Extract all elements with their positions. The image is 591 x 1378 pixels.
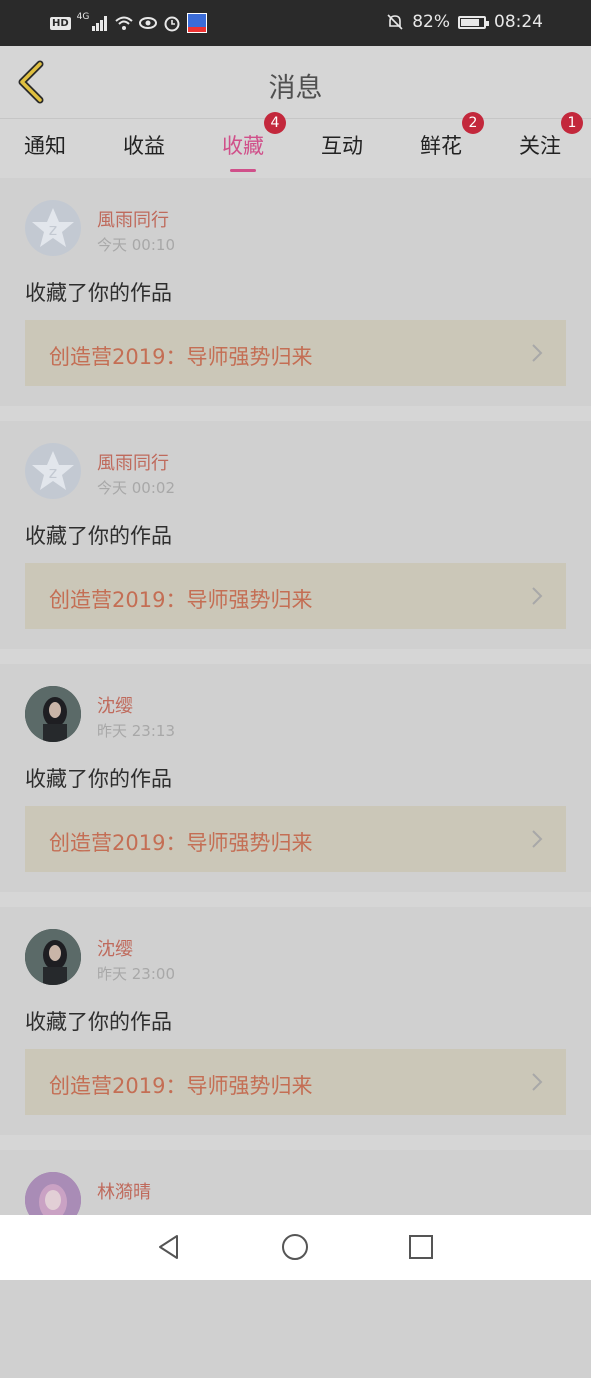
star-avatar-icon: z xyxy=(32,208,74,247)
tab-label: 鲜花 xyxy=(420,134,462,158)
unread-badge: 4 xyxy=(264,112,286,134)
clock-time: 08:24 xyxy=(494,12,543,32)
action-text: 收藏了你的作品 xyxy=(25,281,172,305)
timestamp: 昨天 23:13 xyxy=(97,722,175,740)
default-avatar[interactable]: z xyxy=(25,443,81,499)
list-item[interactable]: z 風雨同行 今天 00:02 收藏了你的作品 创造营2019：导师强势归来 xyxy=(0,421,591,649)
tab-favorites[interactable]: 收藏 4 xyxy=(222,112,286,172)
action-text: 收藏了你的作品 xyxy=(25,524,172,548)
unread-badge: 2 xyxy=(462,112,484,134)
tab-earnings[interactable]: 收益 xyxy=(123,130,165,160)
work-link[interactable]: 创造营2019：导师强势归来 xyxy=(25,563,566,629)
action-text: 收藏了你的作品 xyxy=(25,1010,172,1034)
tab-bar: 通知 收益 收藏 4 互动 鲜花 2 关注 1 xyxy=(0,112,591,174)
battery-icon xyxy=(458,15,489,29)
timestamp: 今天 00:02 xyxy=(97,479,175,497)
tab-notifications[interactable]: 通知 xyxy=(24,130,66,160)
hd-indicator: HD xyxy=(50,16,71,30)
photo-avatar[interactable] xyxy=(25,929,81,985)
work-title: 创造营2019：导师强势归来 xyxy=(49,1074,313,1098)
tab-follows[interactable]: 关注 1 xyxy=(519,112,583,160)
photo-avatar[interactable] xyxy=(25,686,81,742)
work-link[interactable]: 创造营2019：导师强势归来 xyxy=(25,320,566,386)
timestamp: 昨天 23:00 xyxy=(97,965,175,983)
user-photo xyxy=(25,929,81,985)
chevron-right-icon xyxy=(532,344,543,362)
page-title: 消息 xyxy=(268,73,323,104)
tab-label: 通知 xyxy=(24,134,66,158)
action-text: 收藏了你的作品 xyxy=(25,767,172,791)
nav-home-icon[interactable] xyxy=(281,1233,309,1261)
list-item[interactable]: z 風雨同行 今天 00:10 收藏了你的作品 创造营2019：导师强势归来 xyxy=(0,178,591,406)
tab-flowers[interactable]: 鲜花 2 xyxy=(420,112,484,160)
network-label: 4G xyxy=(76,12,90,22)
svg-text:z: z xyxy=(49,220,57,239)
work-title: 创造营2019：导师强势归来 xyxy=(49,588,313,612)
default-avatar[interactable]: z xyxy=(25,200,81,256)
tab-label: 互动 xyxy=(321,134,363,158)
mute-bell-icon xyxy=(387,14,403,30)
chevron-right-icon xyxy=(532,830,543,848)
app-notification-icon xyxy=(187,13,208,33)
work-link[interactable]: 创造营2019：导师强势归来 xyxy=(25,1049,566,1115)
system-nav-bar xyxy=(0,1215,591,1280)
battery-percent: 82% xyxy=(412,12,450,32)
work-link[interactable]: 创造营2019：导师强势归来 xyxy=(25,806,566,872)
chevron-right-icon xyxy=(532,1073,543,1091)
signal-icon xyxy=(92,16,108,31)
tab-interactions[interactable]: 互动 xyxy=(321,130,363,160)
user-photo xyxy=(25,686,81,742)
tab-label: 收藏 xyxy=(222,134,264,158)
alarm-icon xyxy=(164,16,180,32)
tab-label: 收益 xyxy=(123,134,165,158)
status-bar: HD 4G 82% 08:24 xyxy=(0,0,591,46)
top-bar: 消息 xyxy=(0,46,591,119)
svg-text:z: z xyxy=(49,463,57,482)
timestamp: 今天 00:10 xyxy=(97,236,175,254)
username[interactable]: 沈缨 xyxy=(97,692,133,718)
list-item[interactable]: 沈缨 昨天 23:13 收藏了你的作品 创造营2019：导师强势归来 xyxy=(0,664,591,892)
active-tab-indicator xyxy=(230,169,256,172)
star-avatar-icon: z xyxy=(32,451,74,490)
nav-recents-icon[interactable] xyxy=(407,1233,435,1261)
nav-back-icon[interactable] xyxy=(155,1233,183,1261)
list-item[interactable]: 沈缨 昨天 23:00 收藏了你的作品 创造营2019：导师强势归来 xyxy=(0,907,591,1135)
unread-badge: 1 xyxy=(561,112,583,134)
username[interactable]: 沈缨 xyxy=(97,935,133,961)
work-title: 创造营2019：导师强势归来 xyxy=(49,345,313,369)
username[interactable]: 林漪晴 xyxy=(97,1178,151,1204)
wifi-icon xyxy=(115,16,134,30)
eye-icon xyxy=(139,17,158,29)
work-title: 创造营2019：导师强势归来 xyxy=(49,831,313,855)
username[interactable]: 風雨同行 xyxy=(97,449,169,475)
username[interactable]: 風雨同行 xyxy=(97,206,169,232)
chevron-right-icon xyxy=(532,587,543,605)
tab-label: 关注 xyxy=(519,134,561,158)
